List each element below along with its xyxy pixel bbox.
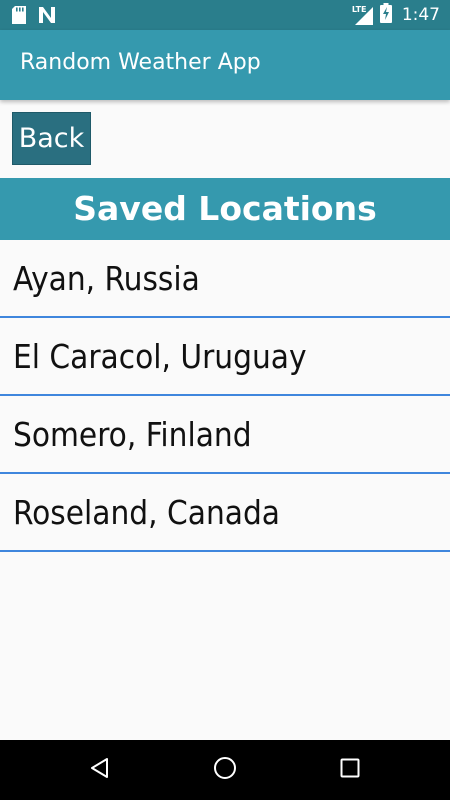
saved-locations-list: Ayan, Russia El Caracol, Uruguay Somero,… <box>0 240 450 552</box>
status-left-icons <box>12 6 56 28</box>
location-label: Roseland, Canada <box>13 492 280 532</box>
navigation-bar <box>0 740 450 800</box>
nav-recents-button[interactable] <box>330 750 370 790</box>
back-triangle-icon <box>89 757 111 783</box>
nav-back-button[interactable] <box>80 750 120 790</box>
location-label: Ayan, Russia <box>13 258 200 298</box>
sd-card-icon <box>12 6 26 28</box>
location-item[interactable]: El Caracol, Uruguay <box>0 318 450 396</box>
status-right-icons: LTE 1:47 <box>352 0 440 30</box>
home-circle-icon <box>213 756 237 784</box>
location-item[interactable]: Ayan, Russia <box>0 240 450 318</box>
location-label: El Caracol, Uruguay <box>13 336 307 376</box>
app-bar: Random Weather App <box>0 30 450 100</box>
lte-signal-icon: LTE <box>352 5 374 25</box>
location-item[interactable]: Somero, Finland <box>0 396 450 474</box>
nav-home-button[interactable] <box>205 750 245 790</box>
back-button[interactable]: Back <box>12 112 91 165</box>
status-bar: LTE 1:47 <box>0 0 450 30</box>
location-item[interactable]: Roseland, Canada <box>0 474 450 552</box>
location-label: Somero, Finland <box>13 414 252 454</box>
n-notification-icon <box>38 6 56 28</box>
battery-charging-icon <box>379 3 392 27</box>
status-time: 1:47 <box>401 5 440 25</box>
app-title: Random Weather App <box>20 50 261 75</box>
recents-square-icon <box>340 758 360 782</box>
saved-locations-header: Saved Locations <box>0 178 450 240</box>
